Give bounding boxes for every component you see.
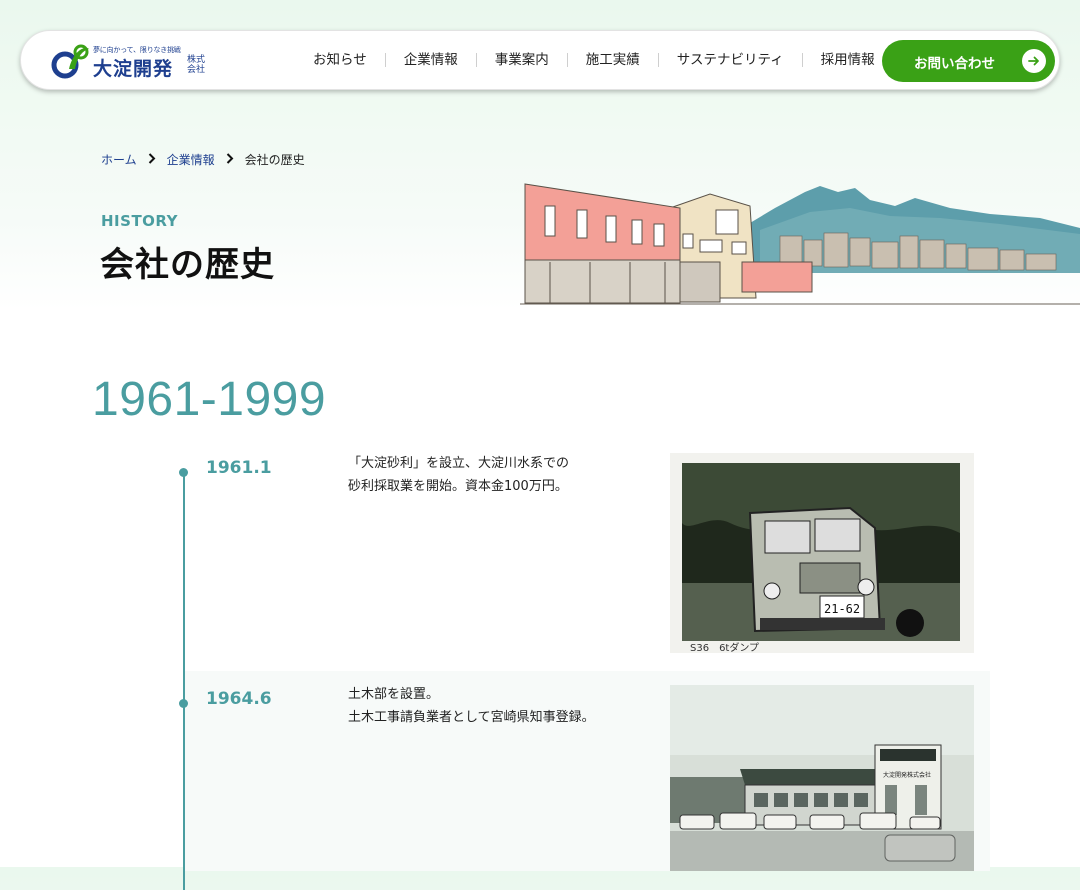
timeline-text: 土木部を設置。 土木工事請負業者として宮崎県知事登録。 <box>348 683 648 729</box>
nav-business[interactable]: 事業案内 <box>475 53 567 67</box>
main-nav: お知らせ 企業情報 事業案内 施工実績 サステナビリティ 採用情報 <box>301 31 893 89</box>
nav-news[interactable]: お知らせ <box>301 53 385 67</box>
logo-mark-icon <box>51 44 89 79</box>
timeline-entry: 1964.6 土木部を設置。 土木工事請負業者として宮崎県知事登録。 大淀開発株… <box>179 671 990 871</box>
nav-company[interactable]: 企業情報 <box>384 53 476 67</box>
arrow-right-icon <box>1022 49 1046 73</box>
breadcrumb-company[interactable]: 企業情報 <box>167 151 215 168</box>
timeline-text-line: 土木部を設置。 <box>348 687 440 702</box>
site-logo[interactable]: 夢に向かって、限りなき挑戦 大淀開発 株式会社 <box>51 43 211 80</box>
hero-illustration <box>520 183 1080 305</box>
nav-sustainability[interactable]: サステナビリティ <box>657 53 802 67</box>
timeline-dot <box>179 468 188 477</box>
logo-name: 大淀開発 <box>93 58 174 80</box>
timeline-dot <box>179 699 188 708</box>
timeline-date: 1964.6 <box>206 689 272 709</box>
office-sign: 大淀開発株式会社 <box>883 771 931 779</box>
chevron-right-icon <box>226 152 234 167</box>
photo-caption: S36 6tダンプ <box>690 641 759 653</box>
timeline-text: 「大淀砂利」を設立、大淀川水系での 砂利採取業を開始。資本金100万円。 <box>348 452 648 498</box>
site-header: 夢に向かって、限りなき挑戦 大淀開発 株式会社 お知らせ 企業情報 事業案内 施… <box>20 30 1060 90</box>
timeline-text-line: 砂利採取業を開始。資本金100万円。 <box>348 479 568 494</box>
breadcrumb: ホーム 企業情報 会社の歴史 <box>101 151 305 168</box>
office-photo: 大淀開発株式会社 <box>670 685 974 871</box>
contact-button[interactable]: お問い合わせ <box>882 40 1055 82</box>
breadcrumb-current: 会社の歴史 <box>244 153 305 167</box>
timeline-date: 1961.1 <box>206 458 272 478</box>
nav-works[interactable]: 施工実績 <box>566 53 658 67</box>
truck-plate: 21-62 <box>824 602 860 616</box>
logo-suffix: 株式会社 <box>187 55 206 75</box>
page-title: 会社の歴史 <box>100 245 275 285</box>
chevron-right-icon <box>148 152 156 167</box>
timeline-text-line: 土木工事請負業者として宮崎県知事登録。 <box>348 710 595 725</box>
page-eyebrow: HISTORY <box>101 212 179 230</box>
era-heading: 1961-1999 <box>92 373 327 426</box>
timeline-entry: 1961.1 「大淀砂利」を設立、大淀川水系での 砂利採取業を開始。資本金100… <box>179 450 990 670</box>
timeline-text-line: 「大淀砂利」を設立、大淀川水系での <box>348 456 570 471</box>
contact-label: お問い合わせ <box>914 56 995 72</box>
dump-truck-photo: 21-62 S36 6tダンプ <box>670 453 974 653</box>
nav-recruit[interactable]: 採用情報 <box>801 53 893 67</box>
breadcrumb-home[interactable]: ホーム <box>101 151 137 168</box>
